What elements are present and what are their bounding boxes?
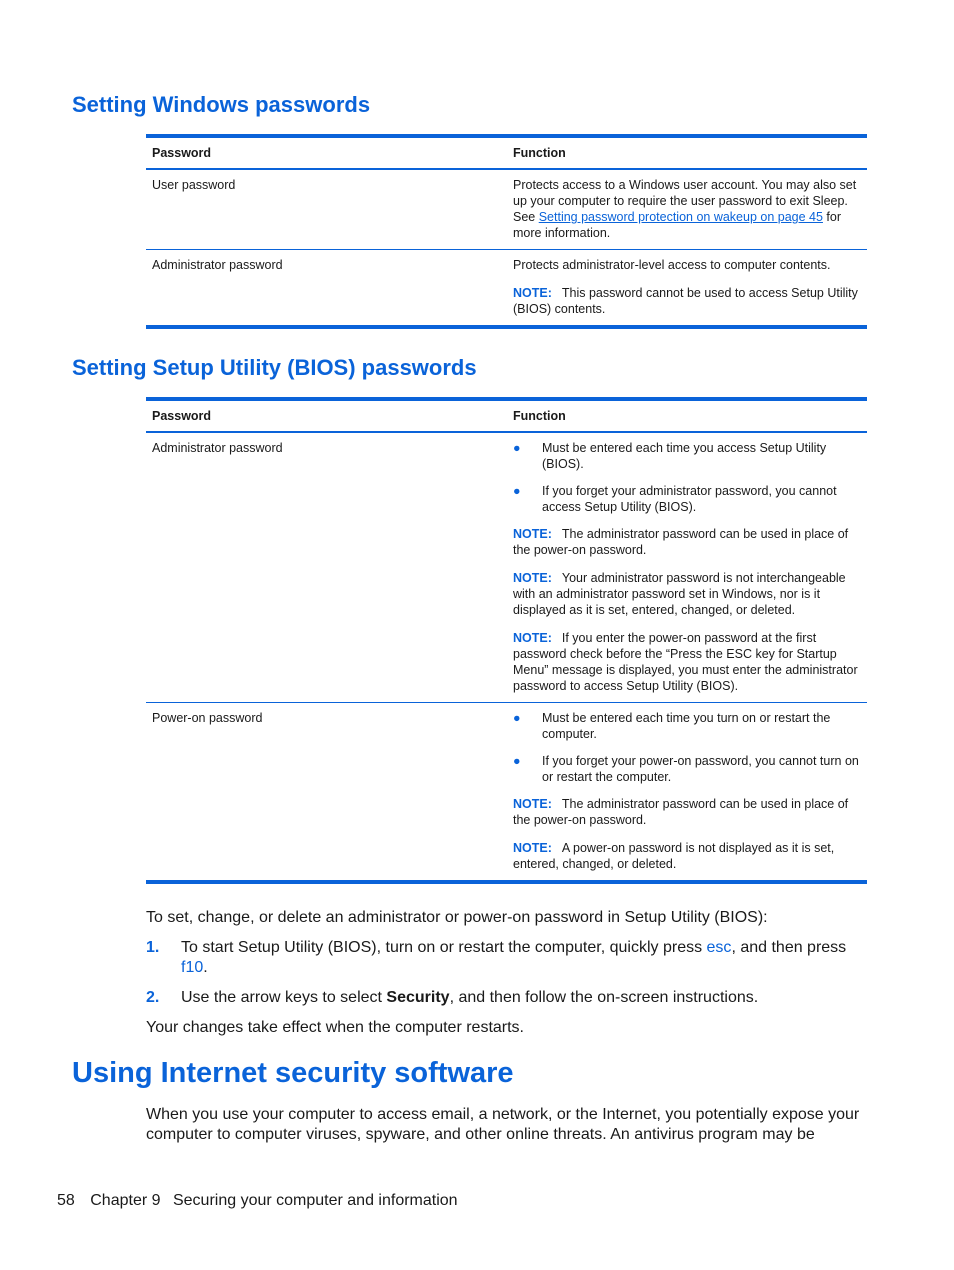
bullet-item: ● Must be entered each time you turn on o… <box>513 710 861 742</box>
procedure-step: 1. To start Setup Utility (BIOS), turn o… <box>146 938 866 978</box>
column-header-function: Function <box>507 397 867 433</box>
table-header-row: Password Function <box>146 397 867 433</box>
note-label: NOTE: <box>513 841 552 855</box>
note-text: If you enter the power-on password at th… <box>513 631 858 693</box>
bullet-item: ● If you forget your administrator passwo… <box>513 483 861 515</box>
column-header-password: Password <box>146 397 507 433</box>
step-text: To start Setup Utility (BIOS), turn on o… <box>146 938 866 978</box>
procedure-step: 2. Use the arrow keys to select Security… <box>146 988 866 1008</box>
bullet-icon: ● <box>513 441 521 455</box>
function-cell: Protects access to a Windows user accoun… <box>507 169 867 250</box>
column-header-function: Function <box>507 134 867 170</box>
table-row: Administrator password Protects administ… <box>146 249 867 329</box>
note-label: NOTE: <box>513 286 552 300</box>
note: NOTE: If you enter the power-on password … <box>513 630 861 694</box>
note-label: NOTE: <box>513 571 552 585</box>
note: NOTE: The administrator password can be u… <box>513 526 861 558</box>
step-text-start: To start Setup Utility (BIOS), turn on o… <box>181 939 707 956</box>
function-cell: ● Must be entered each time you turn on o… <box>507 702 867 884</box>
bullet-list: ● Must be entered each time you turn on o… <box>513 710 861 785</box>
note: NOTE: A power-on password is not displaye… <box>513 840 861 872</box>
step-text-start: Use the arrow keys to select <box>181 989 387 1006</box>
note-text: Your administrator password is not inter… <box>513 571 846 617</box>
windows-passwords-table: Password Function User password Protects… <box>146 134 867 329</box>
password-cell: User password <box>146 169 507 250</box>
table-header-row: Password Function <box>146 134 867 170</box>
procedure-intro: To set, change, or delete an administrat… <box>146 909 768 926</box>
bullet-text: Must be entered each time you access Set… <box>542 441 827 471</box>
table-row: User password Protects access to a Windo… <box>146 169 867 250</box>
function-text: Protects administrator-level access to c… <box>513 258 831 272</box>
column-header-password: Password <box>146 134 507 170</box>
esc-key: esc <box>706 939 732 956</box>
note: NOTE: The administrator password can be u… <box>513 796 861 828</box>
step-number: 1. <box>146 939 160 956</box>
step-text-end: , and then follow the on-screen instruct… <box>449 989 759 1006</box>
bullet-text: Must be entered each time you turn on or… <box>542 711 831 741</box>
password-cell: Administrator password <box>146 432 507 703</box>
note: NOTE: Your administrator password is not … <box>513 570 861 618</box>
password-cell: Power-on password <box>146 702 507 884</box>
function-cell: Protects administrator-level access to c… <box>507 249 867 329</box>
step-number: 2. <box>146 989 160 1006</box>
password-cell: Administrator password <box>146 249 507 329</box>
step-text-middle: , and then press <box>731 939 847 956</box>
function-cell: ● Must be entered each time you access Se… <box>507 432 867 703</box>
bullet-text: If you forget your administrator passwor… <box>542 484 837 514</box>
section-body: When you use your computer to access ema… <box>146 1106 860 1143</box>
section-heading-windows-passwords: Setting Windows passwords <box>72 92 371 117</box>
wakeup-protection-link[interactable]: Setting password protection on wakeup on… <box>539 210 823 224</box>
section-heading-internet-security: Using Internet security software <box>72 1057 514 1089</box>
step-text-end: . <box>203 959 208 976</box>
chapter-label: Chapter 9 <box>90 1192 161 1209</box>
chapter-title: Securing your computer and information <box>172 1192 458 1209</box>
note-text: The administrator password can be used i… <box>513 527 849 557</box>
bullet-list: ● Must be entered each time you access Se… <box>513 440 861 515</box>
step-text: Use the arrow keys to select Security, a… <box>146 988 866 1008</box>
bullet-icon: ● <box>513 711 521 725</box>
bullet-item: ● If you forget your power-on password, y… <box>513 753 861 785</box>
note-label: NOTE: <box>513 631 552 645</box>
bullet-item: ● Must be entered each time you access Se… <box>513 440 861 472</box>
note-text: A power-on password is not displayed as … <box>513 841 835 871</box>
table-row: Administrator password ● Must be entered … <box>146 432 867 703</box>
bullet-text: If you forget your power-on password, yo… <box>542 754 859 784</box>
page-number: 58 <box>57 1192 75 1209</box>
bullet-icon: ● <box>513 754 521 768</box>
note: NOTE: This password cannot be used to acc… <box>513 285 861 317</box>
security-menu-name: Security <box>386 989 450 1006</box>
section-heading-bios-passwords: Setting Setup Utility (BIOS) passwords <box>72 355 477 380</box>
table-row: Power-on password ● Must be entered each … <box>146 702 867 884</box>
bullet-icon: ● <box>513 484 521 498</box>
note-label: NOTE: <box>513 527 552 541</box>
note-label: NOTE: <box>513 797 552 811</box>
page-footer: 58 Chapter 9 Securing your computer and … <box>57 1192 469 1210</box>
note-text: This password cannot be used to access S… <box>513 286 858 316</box>
note-text: The administrator password can be used i… <box>513 797 849 827</box>
f10-key: f10 <box>181 959 204 976</box>
procedure-outro: Your changes take effect when the comput… <box>146 1019 524 1036</box>
bios-passwords-table: Password Function Administrator password… <box>146 397 867 884</box>
